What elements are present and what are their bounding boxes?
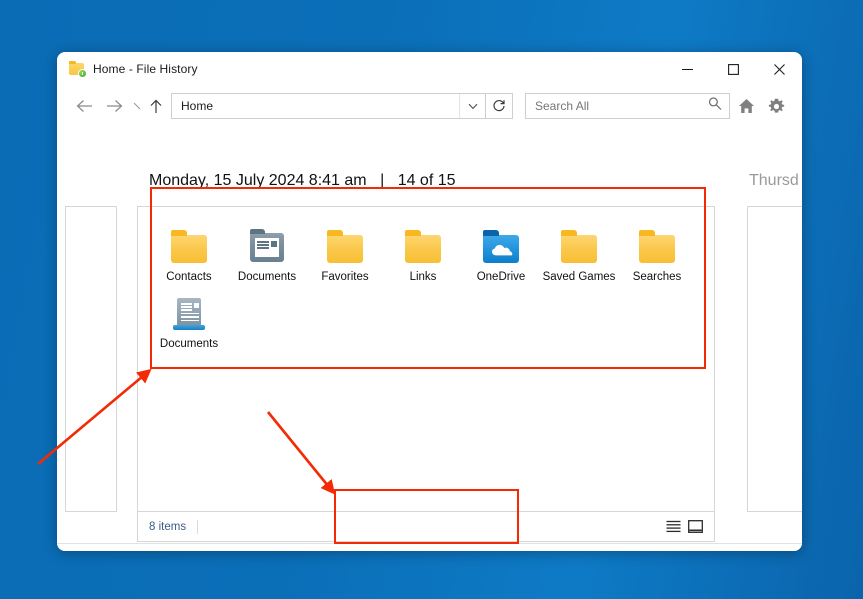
content-area: Monday, 15 July 2024 8:41 am | 14 of 15 … xyxy=(57,126,802,551)
version-counter: 14 of 15 xyxy=(397,172,456,189)
file-label: OneDrive xyxy=(476,271,526,283)
previous-version-card[interactable] xyxy=(65,206,117,512)
minimize-icon xyxy=(681,68,693,70)
back-arrow-icon xyxy=(76,100,92,112)
status-divider xyxy=(197,519,199,534)
file-item-saved-games[interactable]: Saved Games xyxy=(540,221,618,288)
close-button[interactable] xyxy=(756,52,802,86)
file-label: Searches xyxy=(632,271,682,283)
folder-icon xyxy=(557,229,601,265)
close-icon xyxy=(773,63,785,75)
title-bar: Home - File History xyxy=(57,52,802,86)
item-count: 8 items xyxy=(149,520,187,533)
folder-icon xyxy=(167,229,211,265)
folder-icon xyxy=(635,229,679,265)
large-icons-view-icon xyxy=(688,520,703,533)
refresh-icon xyxy=(493,100,505,112)
file-history-window: Home - File History Home Search All Mond… xyxy=(57,52,802,551)
file-label: Favorites xyxy=(321,271,369,283)
navigation-toolbar: Home Search All xyxy=(57,86,802,126)
file-item-onedrive[interactable]: OneDrive xyxy=(462,221,540,288)
contacts-card-icon xyxy=(245,229,289,265)
version-date-header: Monday, 15 July 2024 8:41 am | 14 of 15 xyxy=(149,172,456,190)
refresh-button[interactable] xyxy=(486,93,513,119)
forward-arrow-icon xyxy=(106,100,122,112)
recent-locations-icon xyxy=(133,102,140,109)
minimize-button[interactable] xyxy=(664,52,710,86)
file-grid: Contacts Documents Favorites Links OneDr… xyxy=(150,221,706,355)
onedrive-folder-icon xyxy=(479,229,523,265)
address-value: Home xyxy=(181,99,214,113)
header-separator: | xyxy=(380,172,385,189)
version-date: Monday, 15 July 2024 8:41 am xyxy=(149,172,367,189)
home-icon xyxy=(738,99,754,113)
maximize-icon xyxy=(727,63,739,75)
file-label: Saved Games xyxy=(542,271,616,283)
up-arrow-icon xyxy=(150,99,162,113)
settings-button[interactable] xyxy=(762,92,790,120)
window-controls xyxy=(664,52,802,86)
list-view-icon xyxy=(666,520,681,533)
search-input[interactable]: Search All xyxy=(525,93,730,119)
view-toggles xyxy=(666,520,714,533)
folder-history-icon xyxy=(69,61,87,78)
file-item-contacts[interactable]: Contacts xyxy=(150,221,228,288)
next-version-date: Thursd xyxy=(749,172,799,189)
recent-locations-button[interactable] xyxy=(129,92,145,120)
current-version-card: Contacts Documents Favorites Links OneDr… xyxy=(137,206,715,512)
file-label: Documents xyxy=(159,338,219,350)
file-item-links[interactable]: Links xyxy=(384,221,462,288)
status-bar: 8 items xyxy=(137,512,715,542)
file-label: Contacts xyxy=(166,271,212,283)
file-label: Documents xyxy=(237,271,297,283)
folder-icon xyxy=(401,229,445,265)
documents-library-icon xyxy=(167,296,211,332)
file-item-documents-library[interactable]: Documents xyxy=(150,288,228,355)
search-icon[interactable] xyxy=(708,97,722,116)
file-item-searches[interactable]: Searches xyxy=(618,221,696,288)
content-divider xyxy=(57,543,802,544)
file-item-favorites[interactable]: Favorites xyxy=(306,221,384,288)
list-view-button[interactable] xyxy=(666,520,681,533)
next-version-card[interactable] xyxy=(747,206,802,512)
up-button[interactable] xyxy=(145,92,167,120)
address-bar[interactable]: Home xyxy=(171,93,486,119)
folder-icon xyxy=(323,229,367,265)
large-icons-view-button[interactable] xyxy=(688,520,703,533)
forward-button[interactable] xyxy=(99,92,129,120)
window-title: Home - File History xyxy=(93,62,198,76)
file-label: Links xyxy=(409,271,437,283)
address-dropdown-button[interactable] xyxy=(459,94,485,118)
back-button[interactable] xyxy=(69,92,99,120)
home-button[interactable] xyxy=(732,92,760,120)
file-item-documents-contacts[interactable]: Documents xyxy=(228,221,306,288)
maximize-button[interactable] xyxy=(710,52,756,86)
search-placeholder: Search All xyxy=(535,99,590,113)
chevron-down-icon xyxy=(468,103,477,109)
gear-icon xyxy=(768,98,784,113)
